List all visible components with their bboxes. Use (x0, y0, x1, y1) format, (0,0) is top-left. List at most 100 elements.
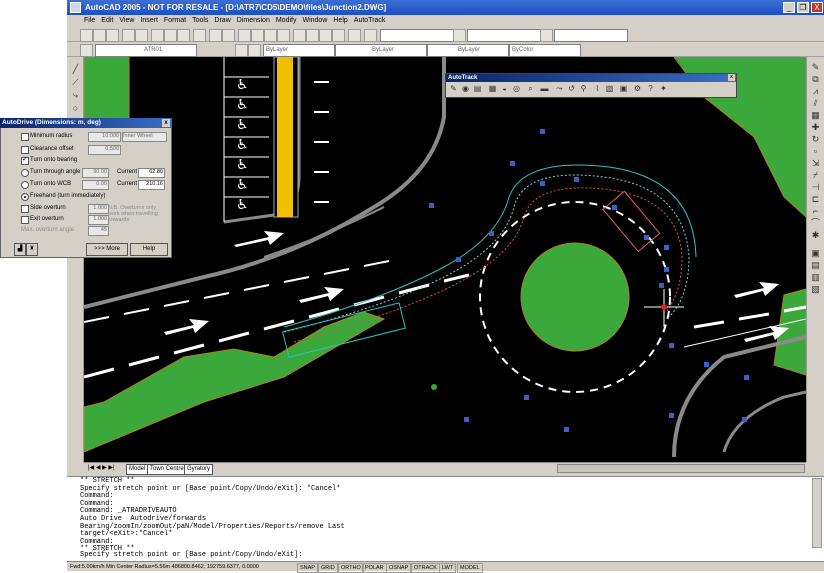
grid-toggle[interactable]: GRID (318, 563, 338, 573)
redo-icon[interactable] (222, 29, 235, 42)
tab-model[interactable]: Model (126, 464, 149, 475)
trim-icon[interactable]: ⌿ (811, 171, 820, 180)
calc-icon[interactable] (332, 29, 345, 42)
horizontal-scrollbar[interactable] (557, 464, 805, 473)
new-icon[interactable] (80, 29, 93, 42)
lwt-toggle[interactable]: LWT (439, 563, 457, 573)
break-icon[interactable]: ⊏ (811, 195, 820, 204)
tablestyle-select[interactable] (554, 29, 628, 42)
extend-icon[interactable]: ⊣ (811, 183, 820, 192)
exit-overturn-checkbox[interactable] (21, 216, 29, 224)
profile-icon[interactable]: ⌇ (593, 84, 602, 93)
turn-through-field[interactable]: 90.00 (82, 168, 109, 178)
mirror-icon[interactable]: ⩘ (811, 87, 820, 96)
plot-icon[interactable] (122, 29, 135, 42)
style-select[interactable] (380, 29, 454, 42)
side-overturn-checkbox[interactable] (21, 205, 29, 213)
menu-edit[interactable]: Edit (98, 15, 116, 27)
layer-select[interactable]: ATR01 (95, 44, 197, 57)
designcenter-icon[interactable] (306, 29, 319, 42)
preview-icon[interactable] (135, 29, 148, 42)
max-overturn-field[interactable]: 45 (88, 226, 109, 236)
snap-toggle[interactable]: SNAP (297, 563, 318, 573)
minimize-button[interactable]: _ (783, 2, 795, 13)
autotrack-close-button[interactable]: x (728, 74, 735, 81)
rotate-icon[interactable]: ↻ (811, 135, 820, 144)
command-scrollbar[interactable] (812, 478, 822, 548)
tab-gyratory[interactable]: Gyratory (184, 464, 214, 475)
linetype-select[interactable]: ByLayer (335, 44, 427, 57)
command-input[interactable]: Specify stretch point or [Base point/Cop… (80, 551, 760, 560)
menu-autotrack[interactable]: AutoTrack (351, 15, 389, 27)
tab-nav-arrows[interactable]: |◀ ◀ ▶ ▶| (86, 464, 117, 473)
menu-dimension[interactable]: Dimension (234, 15, 273, 27)
osnap-toggle[interactable]: OSNAP (386, 563, 412, 573)
chamfer-icon[interactable]: ⌐ (811, 207, 820, 216)
report-icon[interactable]: ▣ (619, 84, 628, 93)
xline-icon[interactable]: ⟋ (71, 78, 80, 87)
autodrive-close-button[interactable]: x (162, 119, 170, 127)
info-icon[interactable]: ✦ (659, 84, 668, 93)
vehicle-icon[interactable]: ▦ (488, 84, 497, 93)
move-icon[interactable]: ✚ (811, 123, 820, 132)
freehand-radio[interactable] (21, 193, 29, 201)
turn-onto-wcb-field[interactable]: 0.00 (82, 180, 109, 190)
brush-icon[interactable] (364, 29, 377, 42)
exit-overturn-field[interactable]: 1.000 (88, 215, 109, 225)
menu-file[interactable]: File (81, 15, 98, 27)
menu-view[interactable]: View (116, 15, 137, 27)
matchprop-icon[interactable] (193, 29, 206, 42)
zoom-window-icon[interactable] (264, 29, 277, 42)
stretch-icon[interactable]: ⇲ (811, 159, 820, 168)
open-icon[interactable] (93, 29, 106, 42)
line-icon[interactable]: ╱ (71, 65, 80, 74)
autodrive-vehicle-icon[interactable]: ▟ (14, 243, 26, 256)
fillet-icon[interactable]: ⌒ (811, 219, 820, 228)
paste-icon[interactable] (177, 29, 190, 42)
layer-previous-icon[interactable] (235, 44, 248, 57)
copy-object-icon[interactable]: ⧉ (811, 75, 820, 84)
undo-icon[interactable] (209, 29, 222, 42)
autotrack-side2-icon[interactable]: ▤ (811, 261, 820, 270)
menu-modify[interactable]: Modify (273, 15, 300, 27)
color-select[interactable]: ByLayer (263, 44, 335, 57)
layer-manager-icon[interactable] (80, 44, 93, 57)
tab-town-centre[interactable]: Town Centre (147, 464, 187, 475)
otrack-toggle[interactable]: OTRACK (411, 563, 440, 573)
offset-icon[interactable]: ⫽ (811, 99, 820, 108)
autotrack-side3-icon[interactable]: ▥ (811, 273, 820, 282)
park-icon[interactable]: ▧ (605, 84, 614, 93)
menu-tools[interactable]: Tools (189, 15, 211, 27)
turn-icon[interactable]: ↺ (567, 84, 576, 93)
side-overturn-field[interactable]: 1.000 (88, 204, 109, 214)
properties-icon[interactable] (293, 29, 306, 42)
model-toggle[interactable]: MODEL (457, 563, 483, 573)
lineweight-select[interactable]: ByLayer (427, 44, 509, 57)
help-button[interactable]: Help (130, 243, 168, 256)
minimum-radius-field[interactable]: 10.000 (88, 132, 121, 142)
wheel-select[interactable]: Inner Wheel (122, 132, 167, 142)
array-icon[interactable]: ▦ (811, 111, 820, 120)
dimstyle-icon[interactable] (453, 29, 466, 42)
autodrive-person-icon[interactable]: ♜ (26, 243, 38, 256)
arc-icon[interactable]: ◒ (500, 84, 509, 93)
table-icon[interactable]: ▤ (473, 84, 482, 93)
plotstyle-select[interactable]: ByColor (509, 44, 581, 57)
toolpalette-icon[interactable] (319, 29, 332, 42)
help-icon[interactable]: ? (646, 84, 655, 93)
ortho-toggle[interactable]: ORTHO (338, 563, 364, 573)
restore-button[interactable]: ❐ (797, 2, 809, 13)
save-icon[interactable] (106, 29, 119, 42)
menu-draw[interactable]: Draw (211, 15, 233, 27)
clearance-field[interactable]: 0.500 (88, 145, 121, 155)
copy-icon[interactable] (164, 29, 177, 42)
turn-onto-bearing-checkbox[interactable]: ✓ (21, 156, 29, 165)
minimum-radius-checkbox[interactable] (21, 133, 29, 141)
zoom-icon[interactable]: ⌕ (526, 84, 535, 93)
more-button[interactable]: >>> More (86, 243, 128, 256)
link-icon[interactable]: ⚲ (579, 84, 588, 93)
drive-icon[interactable]: ◉ (461, 84, 470, 93)
swept-icon[interactable]: ◎ (512, 84, 521, 93)
autotrack-side4-icon[interactable]: ▧ (811, 285, 820, 294)
scale-icon[interactable]: ▫ (811, 147, 820, 156)
